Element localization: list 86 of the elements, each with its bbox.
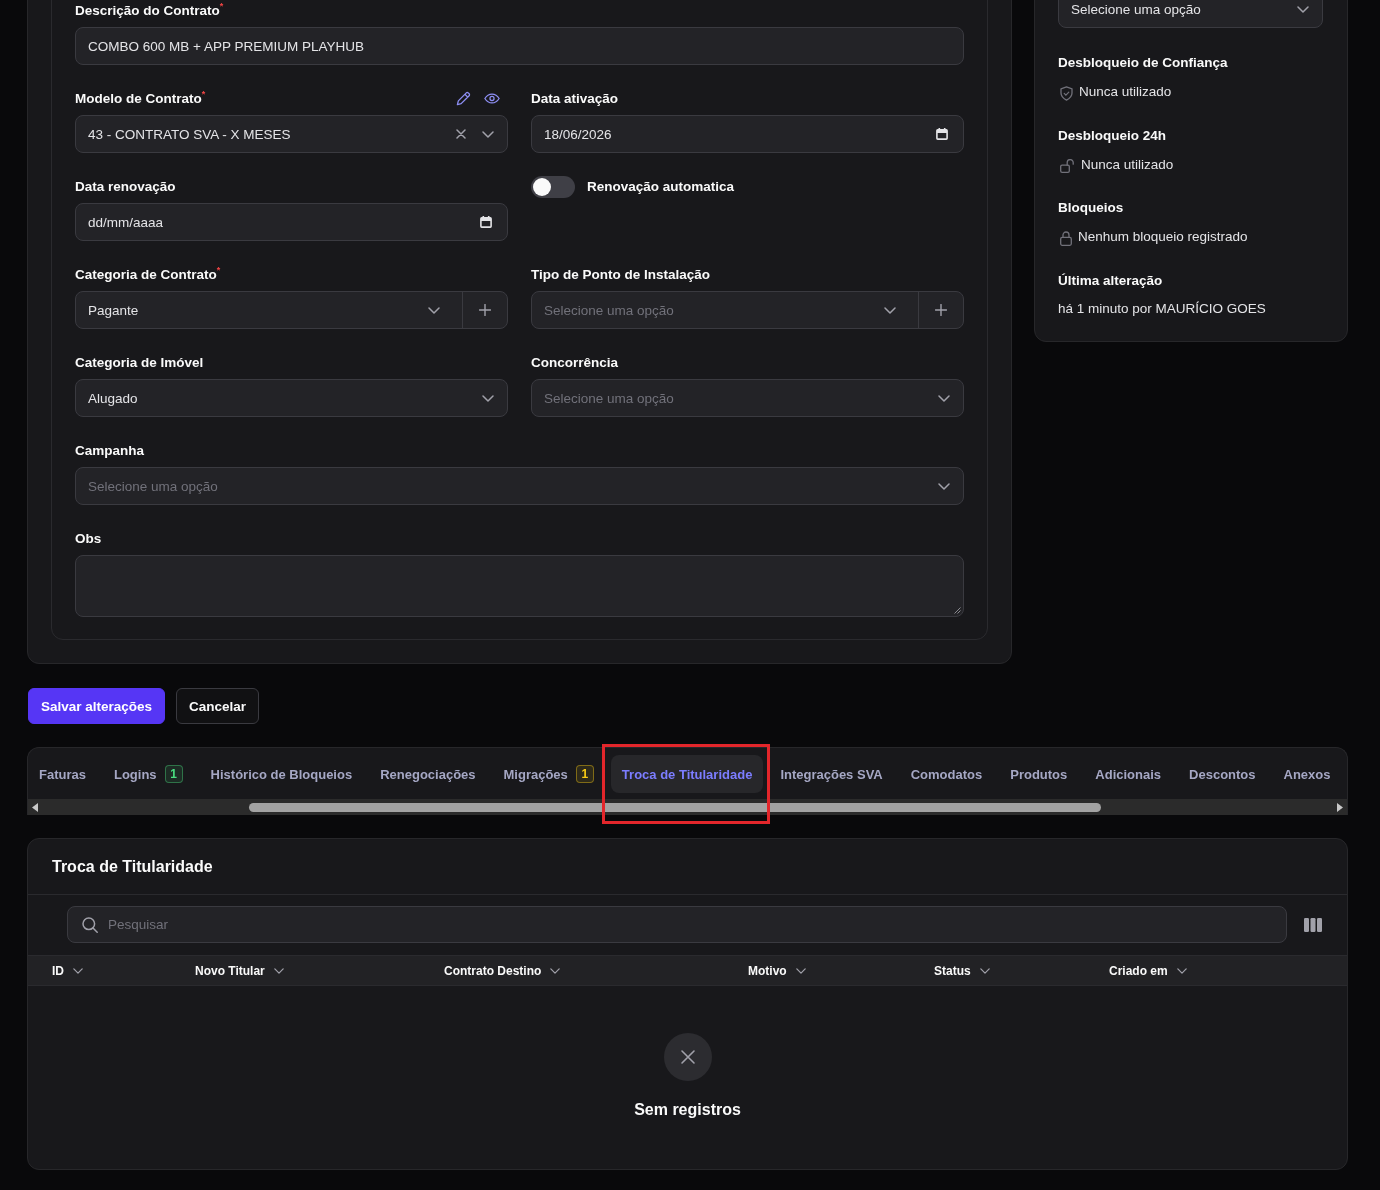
field-label: Descrição do Contrato$^{*}$ <box>75 2 224 19</box>
chevron-down-icon <box>1176 967 1187 974</box>
unlock-icon <box>1060 159 1075 173</box>
toggle-switch[interactable] <box>531 175 575 198</box>
chevron-down-icon <box>938 482 950 490</box>
tab[interactable]: Integrações SVA <box>769 755 894 793</box>
clear-icon[interactable] <box>456 129 466 139</box>
shield-check-icon <box>1060 86 1073 101</box>
field-label: Campanha <box>75 442 145 459</box>
lock-icon <box>1060 231 1072 246</box>
tab[interactable]: Adicionais <box>1084 755 1173 793</box>
chevron-down-icon <box>482 394 494 402</box>
count-badge: 1 <box>575 765 594 783</box>
columns-button[interactable] <box>1304 917 1322 932</box>
select-field[interactable]: Pagante <box>75 291 508 329</box>
tab[interactable]: Migrações 1 <box>492 755 605 793</box>
empty-message: Sem registros <box>634 1101 741 1119</box>
chevron-down-icon <box>938 394 950 402</box>
calendar-icon[interactable] <box>936 128 948 140</box>
column-header[interactable]: Contrato Destino <box>444 963 561 978</box>
field-label: Data renovação <box>75 178 176 195</box>
field-label: Categoria de Contrato$^{*}$ <box>75 266 221 283</box>
plus-icon <box>935 304 947 316</box>
section-heading: Bloqueios <box>1058 199 1125 216</box>
tab[interactable]: Comodatos <box>899 755 994 793</box>
tab[interactable]: Renegociações <box>369 755 487 793</box>
status-text: Nunca utilizado <box>1081 155 1174 173</box>
select-field[interactable]: 43 - CONTRATO SVA - X MESES <box>75 115 508 153</box>
field-label: Categoria de Imóvel <box>75 354 204 371</box>
column-header[interactable]: Criado em <box>1109 963 1187 978</box>
select-field[interactable]: Selecione uma opção <box>1058 0 1323 28</box>
column-header[interactable]: ID <box>52 963 83 978</box>
tab[interactable]: Logins 1 <box>102 755 194 793</box>
field-label: Data ativação <box>531 90 619 107</box>
chevron-down-icon <box>550 967 561 974</box>
tab[interactable]: Faturas <box>28 755 97 793</box>
scrollbar-thumb[interactable] <box>249 802 1101 812</box>
save-button[interactable]: Salvar alterações <box>28 688 166 724</box>
eye-icon <box>484 93 500 104</box>
tab[interactable]: Troca de Titularidade <box>610 755 764 793</box>
chevron-down-icon <box>884 306 896 314</box>
field-label: Modelo de Contrato$^{*}$ <box>75 90 206 107</box>
pencil-icon <box>456 91 471 106</box>
select-field[interactable]: Alugado <box>75 379 508 417</box>
tab[interactable]: Histórico de Bloqueios <box>199 755 364 793</box>
status-text: Nenhum bloqueio registrado <box>1078 228 1248 245</box>
view-button[interactable] <box>484 93 500 104</box>
resize-handle-icon[interactable] <box>954 607 961 614</box>
field-label: Obs <box>75 530 102 547</box>
field-label: Concorrência <box>531 354 619 371</box>
tab[interactable]: Descontos <box>1178 755 1267 793</box>
status-text: Nunca utilizado <box>1079 83 1172 100</box>
chevron-down-icon <box>1297 5 1309 13</box>
scroll-left-arrow-icon[interactable] <box>32 802 38 812</box>
plus-icon <box>479 304 491 316</box>
count-badge: 1 <box>164 765 183 783</box>
tab[interactable]: Produtos <box>999 755 1079 793</box>
date-field[interactable]: dd/mm/aaaa <box>75 203 508 241</box>
field-label: Tipo de Ponto de Instalação <box>531 266 711 283</box>
section-heading: Desbloqueio 24h <box>1058 127 1168 144</box>
section-heading: Desbloqueio de Confiança <box>1058 54 1229 71</box>
calendar-icon[interactable] <box>480 216 492 228</box>
chevron-down-icon <box>273 967 284 974</box>
cancel-button[interactable]: Cancelar <box>176 688 260 724</box>
column-header[interactable]: Novo Titular <box>195 963 284 978</box>
scroll-right-arrow-icon[interactable] <box>1337 802 1343 812</box>
section-title: Troca de Titularidade <box>52 857 213 876</box>
chevron-down-icon <box>979 967 990 974</box>
field-label: Renovação automatica <box>587 178 735 195</box>
chevron-down-icon <box>73 967 83 974</box>
textarea-field[interactable] <box>75 555 964 617</box>
date-field[interactable]: 18/06/2026 <box>531 115 964 153</box>
search-icon <box>82 916 98 933</box>
horizontal-scrollbar[interactable] <box>28 799 1347 815</box>
chevron-down-icon <box>428 306 440 314</box>
column-header[interactable]: Status <box>934 963 990 978</box>
edit-button[interactable] <box>456 91 471 106</box>
chevron-down-icon <box>795 967 806 974</box>
empty-state-icon <box>663 1033 712 1081</box>
chevron-down-icon <box>482 130 494 138</box>
status-text: há 1 minuto por MAURÍCIO GOES <box>1058 300 1266 317</box>
columns-icon <box>1304 917 1322 932</box>
column-header[interactable]: Motivo <box>748 963 806 978</box>
section-heading: Última alteração <box>1058 272 1164 289</box>
text-field[interactable]: COMBO 600 MB + APP PREMIUM PLAYHUB <box>75 27 964 65</box>
tab[interactable]: Anexos <box>1272 755 1342 793</box>
